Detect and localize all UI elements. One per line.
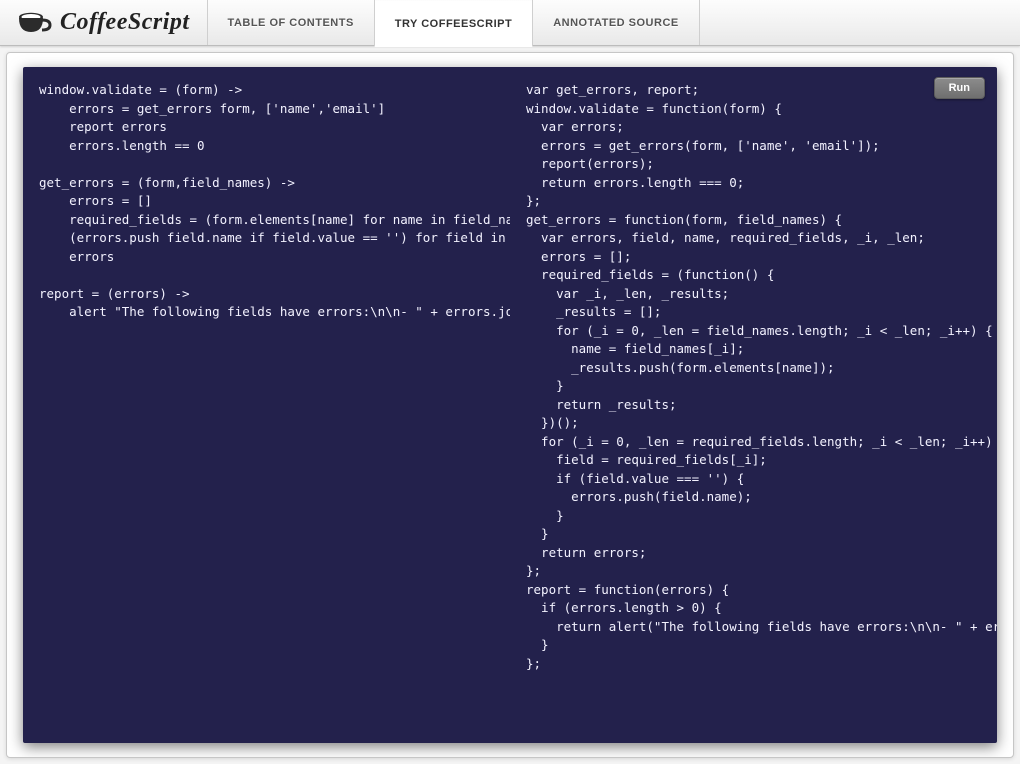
tab-try-coffeescript[interactable]: TRY COFFEESCRIPT xyxy=(374,1,533,47)
run-button[interactable]: Run xyxy=(934,77,985,99)
nav-tabs: TABLE OF CONTENTS TRY COFFEESCRIPT ANNOT… xyxy=(208,0,700,45)
tab-table-of-contents[interactable]: TABLE OF CONTENTS xyxy=(207,0,375,45)
try-coffeescript-overlay: Run window.validate = (form) -> errors =… xyxy=(23,67,997,743)
coffeescript-input-pane[interactable]: window.validate = (form) -> errors = get… xyxy=(23,67,510,743)
content-area: CoffeeScript is a little language that c… xyxy=(6,52,1014,758)
brand-area: CoffeeScript xyxy=(0,0,208,45)
javascript-output-pane: var get_errors, report; window.validate … xyxy=(510,67,997,743)
coffee-cup-icon xyxy=(16,8,52,38)
brand-title: CoffeeScript xyxy=(60,9,190,36)
tab-annotated-source[interactable]: ANNOTATED SOURCE xyxy=(532,0,700,45)
top-toolbar: CoffeeScript TABLE OF CONTENTS TRY COFFE… xyxy=(0,0,1020,46)
